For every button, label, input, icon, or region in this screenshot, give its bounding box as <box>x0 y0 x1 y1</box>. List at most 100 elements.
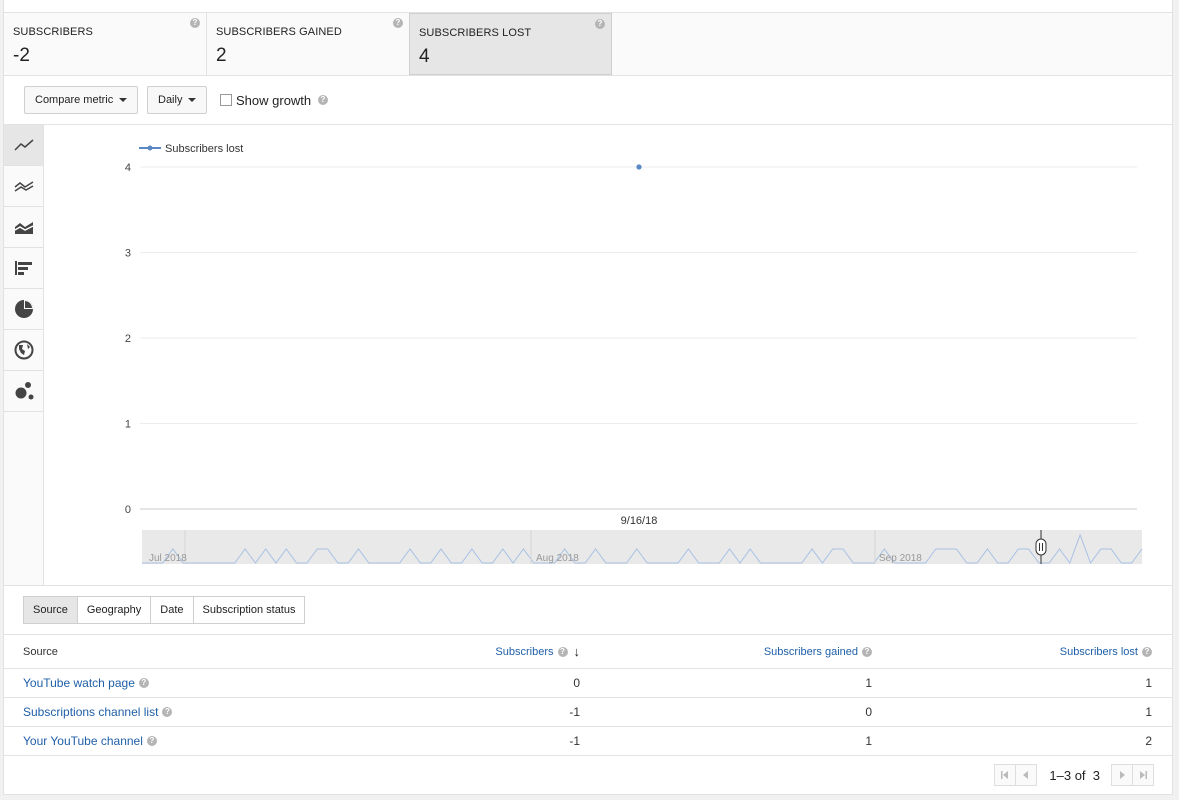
metric-label: SUBSCRIBERS <box>13 26 93 38</box>
page-total: 3 <box>1092 767 1100 783</box>
metric-value: -2 <box>13 45 30 66</box>
table-row: YouTube watch page? 0 1 1 <box>4 669 1172 698</box>
help-icon[interactable]: ? <box>595 19 605 29</box>
timeline-overview[interactable]: Jul 2018 Aug 2018 Sep 2018 <box>142 530 1143 565</box>
legend-label: Subscribers lost <box>165 143 243 155</box>
prev-page-button[interactable] <box>1015 764 1038 786</box>
y-tick-label: 4 <box>125 162 131 174</box>
help-icon[interactable]: ? <box>190 18 200 28</box>
geo-map-button[interactable] <box>4 330 43 371</box>
subscribers-cell: 0 <box>573 676 580 690</box>
source-cell: YouTube watch page? <box>23 669 149 697</box>
y-tick-label: 1 <box>125 419 131 431</box>
lost-cell: 1 <box>1145 705 1152 719</box>
y-tick-label: 3 <box>125 248 131 260</box>
analytics-panel: SUBSCRIBERS -2 ? SUBSCRIBERS GAINED 2 ? … <box>3 0 1173 795</box>
table-header: Source Subscribers? ↓ Subscribers gained?… <box>4 635 1172 669</box>
first-page-button[interactable] <box>994 764 1017 786</box>
last-page-icon <box>1140 771 1147 779</box>
sort-down-arrow-icon: ↓ <box>573 644 581 659</box>
chart-grid <box>140 166 1137 510</box>
metric-value: 2 <box>216 45 227 66</box>
month-label: Jul 2018 <box>149 553 187 564</box>
prev-page-icon <box>1023 771 1029 779</box>
metric-card-subscribers-lost[interactable]: SUBSCRIBERS LOST 4 ? <box>409 13 612 75</box>
next-page-button[interactable] <box>1111 764 1133 786</box>
stacked-area-chart-button[interactable] <box>4 207 43 248</box>
y-tick-label: 0 <box>125 504 131 516</box>
header-subscribers-label[interactable]: Subscribers <box>495 646 553 658</box>
caret-down-icon <box>119 98 128 103</box>
help-icon[interactable]: ? <box>138 678 149 688</box>
pie-chart-button[interactable] <box>4 289 43 330</box>
page-of: of <box>1074 767 1086 783</box>
header-subscribers-lost[interactable]: Subscribers lost? <box>1060 635 1152 668</box>
interval-dropdown[interactable]: Daily <box>147 86 208 114</box>
source-link[interactable]: YouTube watch page <box>23 676 135 690</box>
help-icon[interactable]: ? <box>162 707 173 717</box>
multi-line-chart-button[interactable] <box>4 166 43 207</box>
chart-area: Subscribers lost 0 1 2 3 4 9/16/18 Jul 2018 A… <box>45 125 1173 585</box>
show-growth-checkbox[interactable] <box>220 94 232 106</box>
metric-label: SUBSCRIBERS LOST <box>419 27 532 39</box>
tab-subscription-status[interactable]: Subscription status <box>192 596 306 624</box>
gained-cell: 0 <box>865 705 872 719</box>
y-tick-label: 2 <box>125 333 131 345</box>
source-cell: Your YouTube channel? <box>23 727 157 755</box>
x-axis-selected-date: 9/16/18 <box>621 515 658 527</box>
bubble-chart-button[interactable] <box>4 371 43 412</box>
multi-line-chart-icon <box>14 181 33 192</box>
metric-card-subscribers-gained[interactable]: SUBSCRIBERS GAINED 2 ? <box>207 13 410 75</box>
header-gained-label[interactable]: Subscribers gained <box>764 646 858 658</box>
source-link[interactable]: Your YouTube channel <box>23 734 143 748</box>
last-page-button[interactable] <box>1132 764 1154 786</box>
help-icon[interactable]: ? <box>1142 646 1152 657</box>
compare-metric-dropdown[interactable]: Compare metric <box>24 86 139 114</box>
line-chart[interactable]: Subscribers lost 0 1 2 3 4 9/16/18 Jul 2018 A… <box>45 125 1173 585</box>
bar-chart-button[interactable] <box>4 248 43 289</box>
metric-card-subscribers[interactable]: SUBSCRIBERS -2 ? <box>4 13 207 75</box>
subscribers-cell: -1 <box>569 705 580 719</box>
metric-label: SUBSCRIBERS GAINED <box>216 26 342 38</box>
tab-geography[interactable]: Geography <box>76 596 152 624</box>
chart-legend[interactable]: Subscribers lost <box>139 143 243 155</box>
header-subscribers[interactable]: Subscribers? ↓ <box>495 635 580 668</box>
show-growth-label[interactable]: Show growth <box>236 93 311 108</box>
month-label: Sep 2018 <box>879 553 922 564</box>
subscribers-cell: -1 <box>569 734 580 748</box>
header-subscribers-gained[interactable]: Subscribers gained? <box>764 635 872 668</box>
pie-chart-icon <box>14 300 33 318</box>
gained-cell: 1 <box>865 676 872 690</box>
source-link[interactable]: Subscriptions channel list <box>23 705 158 719</box>
line-chart-button[interactable] <box>4 125 43 166</box>
bar-chart-icon <box>14 261 32 275</box>
help-icon[interactable]: ? <box>557 646 568 657</box>
top-strip <box>4 0 1172 13</box>
caret-down-icon <box>188 98 197 103</box>
help-icon[interactable]: ? <box>318 95 328 105</box>
source-cell: Subscriptions channel list? <box>23 698 173 726</box>
help-icon[interactable]: ? <box>146 736 157 746</box>
chart-type-sidebar <box>4 125 44 585</box>
range-handle[interactable] <box>1035 538 1047 556</box>
globe-map-icon <box>14 340 33 360</box>
help-icon[interactable]: ? <box>393 18 403 28</box>
tab-date[interactable]: Date <box>150 596 194 624</box>
y-axis-ticks: 0 1 2 3 4 <box>125 162 131 516</box>
tab-source[interactable]: Source <box>23 596 78 624</box>
overview-background <box>142 530 1142 564</box>
compare-metric-label: Compare metric <box>35 94 114 106</box>
gained-cell: 1 <box>865 734 872 748</box>
lost-cell: 1 <box>1145 676 1152 690</box>
page-range: 1–3 <box>1049 767 1072 783</box>
data-point <box>636 164 642 170</box>
legend-marker <box>147 145 153 151</box>
first-page-icon <box>1001 771 1009 779</box>
line-chart-icon <box>13 139 33 151</box>
divider <box>4 585 1172 586</box>
table-row: Subscriptions channel list? -1 0 1 <box>4 698 1172 727</box>
header-lost-label[interactable]: Subscribers lost <box>1060 646 1138 658</box>
stacked-area-chart-icon <box>14 222 33 234</box>
month-label: Aug 2018 <box>536 553 579 564</box>
help-icon[interactable]: ? <box>862 646 872 657</box>
